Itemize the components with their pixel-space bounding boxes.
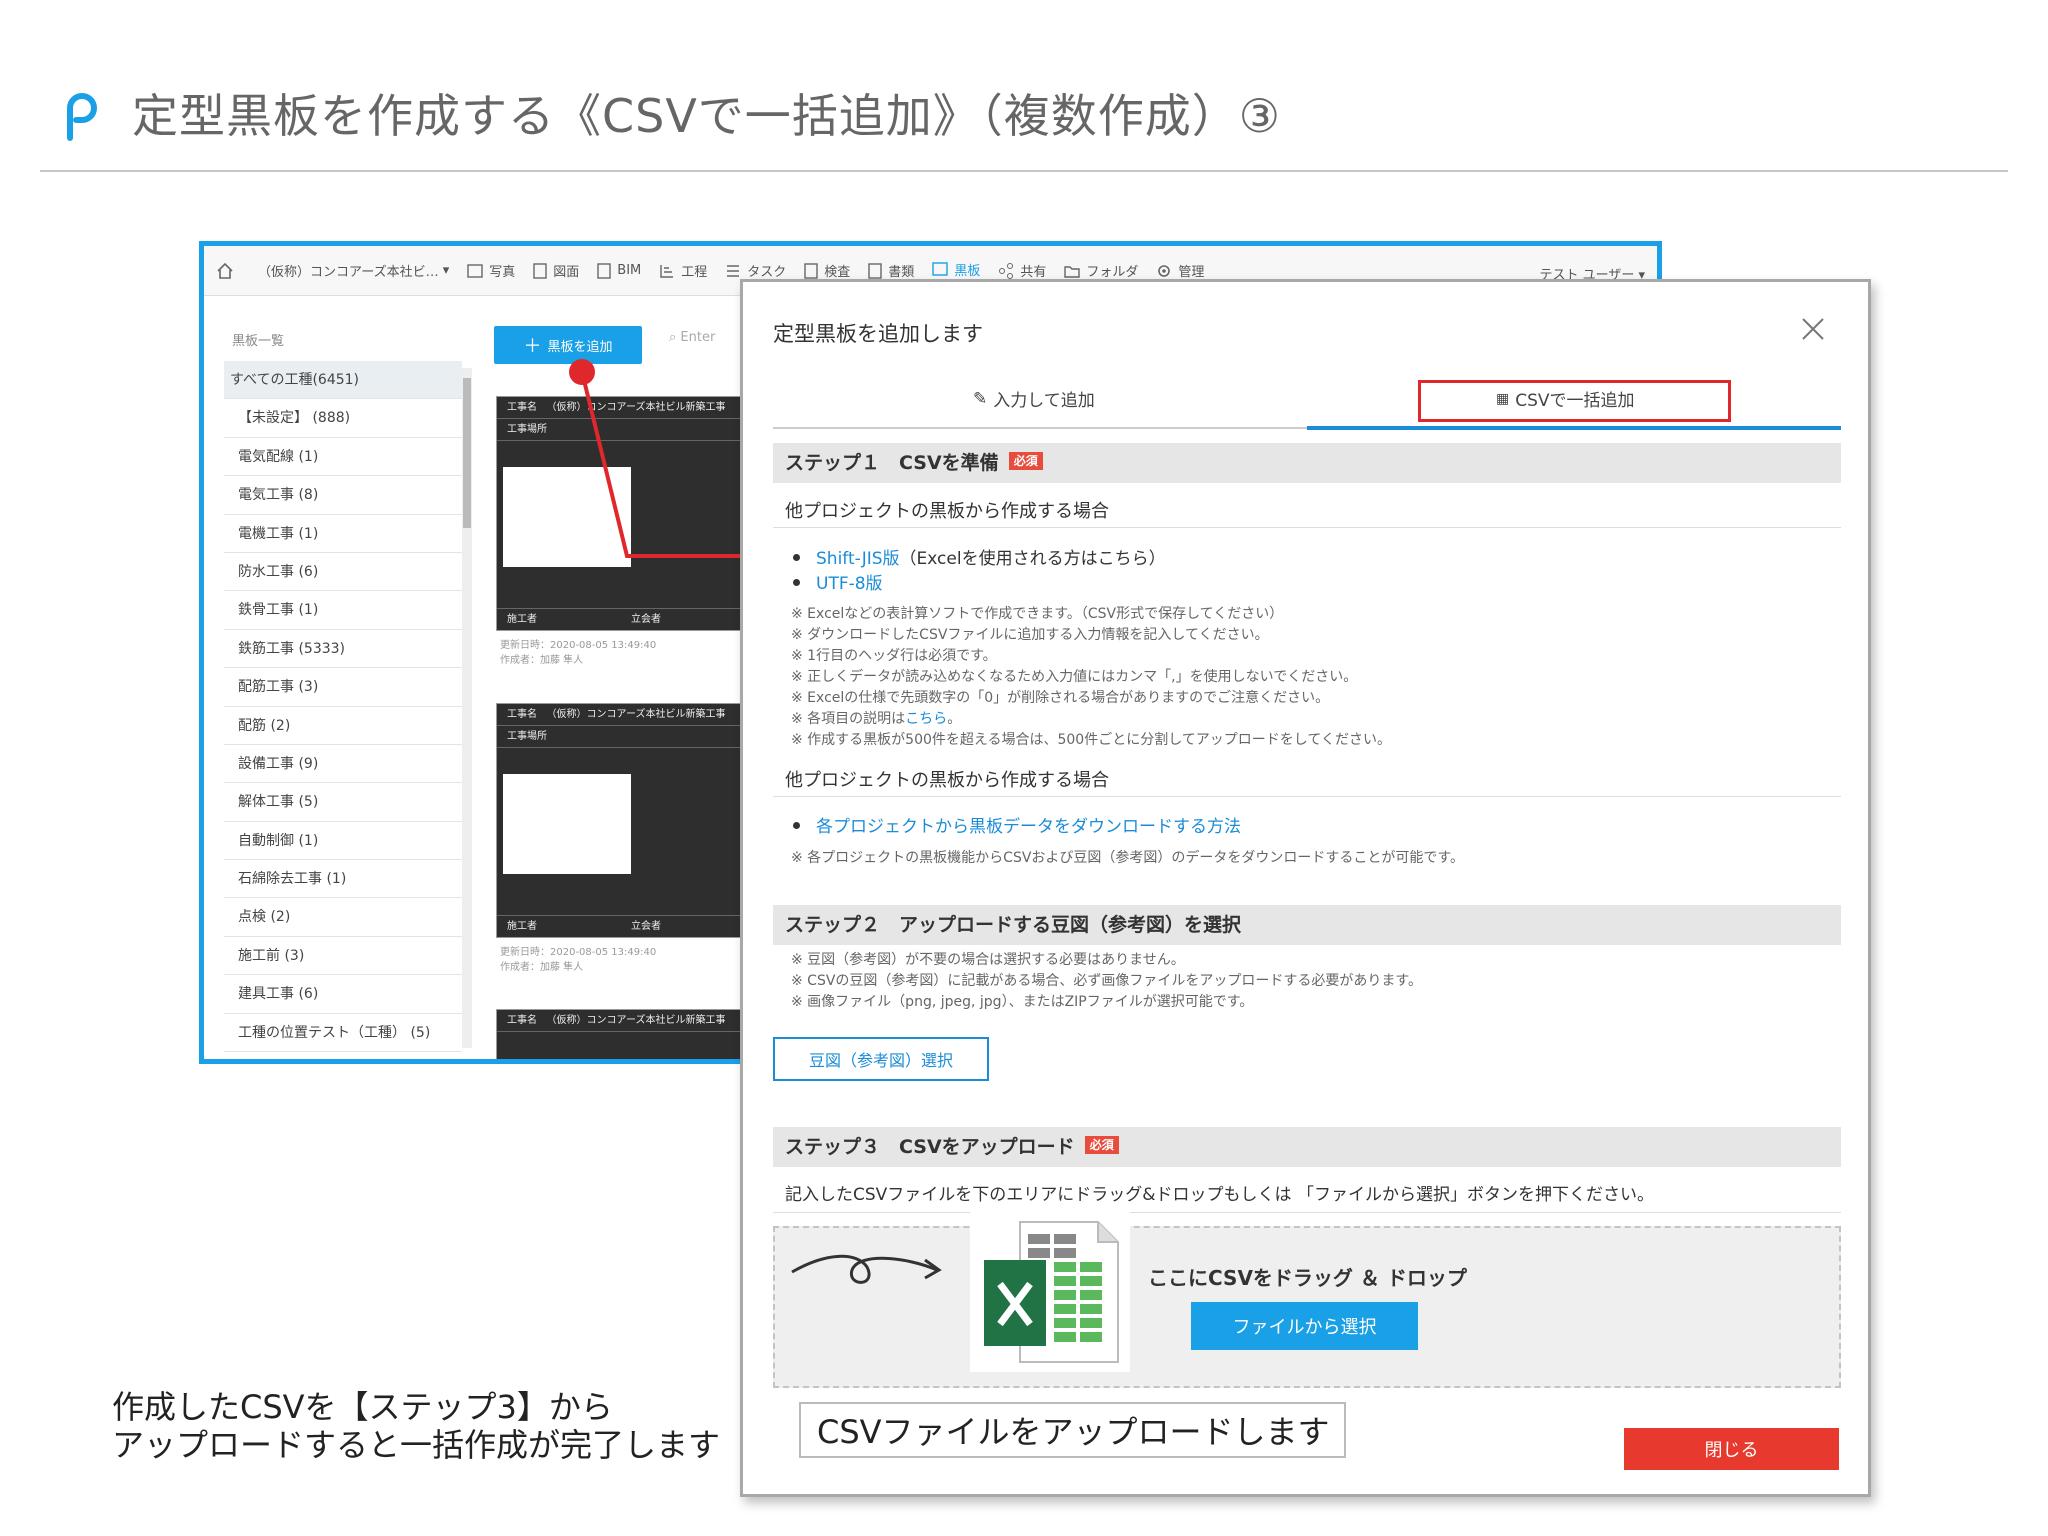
pencil-icon: ✎ [973,388,988,409]
tab-underline [773,427,1307,429]
slide-caption: 作成したCSVを【ステップ3】から アップロードすると一括作成が完了します [112,1388,721,1464]
required-badge: 必須 [1084,1136,1119,1154]
close-icon[interactable] [1800,316,1826,342]
step3-instruction: 記入したCSVファイルを下のエリアにドラッグ&ドロップもしくは 「ファイルから選… [785,1185,1654,1205]
divider [773,527,1841,528]
select-file-button[interactable]: ファイルから選択 [1191,1302,1418,1350]
step2-notes: ※ 豆図（参考図）が不要の場合は選択する必要はありません。 ※ CSVの豆図（参… [791,952,1423,1010]
download-note: ※ 各プロジェクトの黒板機能からCSVおよび豆図（参考図）のデータをダウンロード… [791,850,1465,866]
drop-zone-label: ここにCSVをドラッグ ＆ ドロップ [1148,1266,1467,1290]
add-blackboard-dialog: 定型黒板を追加します ✎ 入力して追加 ▦ CSVで一括追加 ステップ１ CSV… [740,279,1871,1497]
dialog-title: 定型黒板を追加します [773,322,983,346]
divider [773,796,1841,797]
download-guide-link[interactable]: 各プロジェクトから黒板データをダウンロードする方法 [816,817,1241,837]
highlight-annotation [1418,380,1731,422]
step2-header: ステップ２ アップロードする豆図（参考図）を選択 [773,905,1841,945]
shift-jis-link[interactable]: Shift-JIS版 [816,549,900,569]
slide-title: 定型黒板を作成する《CSVで一括追加》（複数作成）③ [132,89,1282,143]
callout-upload: CSVファイルをアップロードします [799,1402,1346,1458]
utf8-link[interactable]: UTF-8版 [816,574,883,594]
step1-header: ステップ１ CSVを準備 必須 [773,443,1841,483]
field-description-link[interactable]: こちら [905,711,947,727]
tab-active-underline [1307,426,1841,430]
list-item: Shift-JIS版（Excelを使用される方はこちら） [793,544,1166,569]
required-badge: 必須 [1008,452,1043,470]
excel-icon [970,1212,1130,1372]
tab-manual-input[interactable]: ✎ 入力して追加 [973,386,1095,412]
list-item: 各プロジェクトから黒板データをダウンロードする方法 [793,812,1241,837]
list-item: UTF-8版 [793,569,883,594]
divider [773,1212,1841,1213]
brand-logo-icon [67,93,97,141]
close-button[interactable]: 閉じる [1624,1428,1839,1470]
step3-header: ステップ３ CSVをアップロード 必須 [773,1127,1841,1167]
step1-subheading: 他プロジェクトの黒板から作成する場合 [785,501,1109,522]
step1-notes: ※ Excelなどの表計算ソフトで作成できます。（CSV形式で保存してください）… [791,606,1391,748]
drag-arrow-icon [791,1254,942,1284]
title-divider [40,170,2008,172]
select-reference-image-button[interactable]: 豆図（参考図）選択 [773,1037,989,1081]
step1-subheading-2: 他プロジェクトの黒板から作成する場合 [785,770,1109,791]
